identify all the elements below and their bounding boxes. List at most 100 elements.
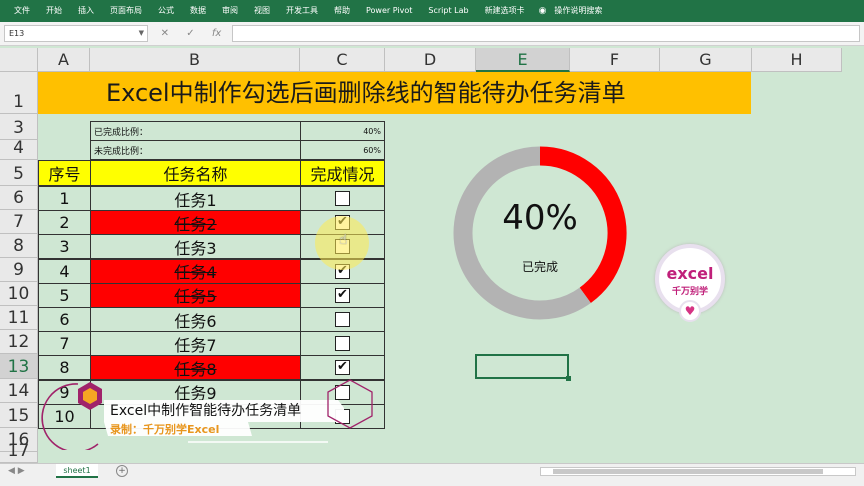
task-status-cell[interactable] (300, 307, 385, 332)
column-header-b[interactable]: B (90, 48, 300, 72)
scroll-thumb[interactable] (553, 469, 823, 474)
ribbon-tab-11[interactable]: Script Lab (420, 0, 476, 22)
column-header-f[interactable]: F (570, 48, 660, 72)
task-status-cell[interactable] (300, 331, 385, 357)
column-header-g[interactable]: G (660, 48, 752, 72)
task-no-cell[interactable]: 4 (38, 258, 91, 284)
task-no-cell[interactable]: 7 (38, 331, 91, 357)
select-all-corner[interactable] (0, 48, 38, 72)
ribbon-tab-10[interactable]: Power Pivot (358, 0, 420, 22)
task-name-cell[interactable]: 任务5 (90, 282, 301, 308)
column-header-e[interactable]: E (476, 48, 570, 72)
sheet-tab-bar: ◀ ▶ sheet1 + (0, 463, 864, 479)
row-header-7[interactable]: 7 (0, 210, 38, 234)
tab-scroll-icon[interactable]: ◀ ▶ (8, 466, 25, 476)
completed-label[interactable]: 已完成比例： (90, 121, 301, 141)
task-status-cell[interactable]: ✔ (300, 282, 385, 308)
checkbox-checked[interactable]: ✔ (335, 287, 350, 303)
ribbon-tab-1[interactable]: 开始 (38, 0, 70, 22)
enter-icon[interactable]: ✓ (186, 28, 194, 39)
add-sheet-icon[interactable]: + (116, 465, 128, 477)
ribbon-tab-3[interactable]: 页面布局 (102, 0, 150, 22)
ribbon-tab-7[interactable]: 视图 (246, 0, 278, 22)
task-name-cell[interactable]: 任务4 (90, 258, 301, 284)
task-name-cell[interactable]: 任务2 (90, 210, 301, 236)
donut-center-label: 已完成 (521, 260, 558, 274)
column-header-d[interactable]: D (385, 48, 476, 72)
uncompleted-label[interactable]: 未完成比例： (90, 140, 301, 160)
row-header-14[interactable]: 14 (0, 379, 38, 403)
row-header-3[interactable]: 3 (0, 114, 38, 140)
row-header-8[interactable]: 8 (0, 234, 38, 258)
task-no-cell[interactable]: 9 (38, 379, 91, 405)
row-header-10[interactable]: 10 (0, 282, 38, 306)
ribbon-tab-2[interactable]: 插入 (70, 0, 102, 22)
row-header-11[interactable]: 11 (0, 306, 38, 330)
checkbox-checked[interactable]: ✔ (335, 360, 350, 376)
ribbon-tab-5[interactable]: 数据 (182, 0, 214, 22)
ribbon-tabs: 文件 开始 插入 页面布局 公式 数据 审阅 视图 开发工具 帮助 Power Pivot Scrip… (0, 0, 864, 22)
chevron-down-icon[interactable]: ▼ (139, 26, 144, 41)
task-no-cell[interactable]: 8 (38, 355, 91, 381)
row-header-15[interactable]: 15 (0, 403, 38, 428)
name-box[interactable]: E13 ▼ (4, 25, 148, 42)
row-header-12[interactable]: 12 (0, 330, 38, 354)
ribbon-tab-6[interactable]: 审阅 (214, 0, 246, 22)
tell-me-search[interactable]: 操作说明搜索 (546, 0, 610, 22)
ribbon-tab-4[interactable]: 公式 (150, 0, 182, 22)
completed-value[interactable]: 40% (300, 121, 385, 141)
row-header-4[interactable]: 4 (0, 138, 38, 160)
heart-icon: ♥ (679, 300, 701, 322)
checkbox-unchecked[interactable] (335, 312, 350, 327)
header-status[interactable]: 完成情况 (300, 160, 385, 186)
cancel-icon[interactable]: ✕ (161, 28, 169, 39)
column-header-h[interactable]: H (752, 48, 842, 72)
task-no-cell[interactable]: 1 (38, 186, 91, 211)
task-status-cell[interactable] (300, 403, 385, 429)
row-header-9[interactable]: 9 (0, 258, 38, 282)
task-name-cell[interactable]: 任务6 (90, 307, 301, 332)
uncompleted-value[interactable]: 60% (300, 140, 385, 160)
row-header-17[interactable]: 17 (0, 441, 38, 463)
column-header-a[interactable]: A (38, 48, 90, 72)
task-name-cell[interactable]: 任务1 (90, 186, 301, 211)
ribbon-tab-12[interactable]: 新建选项卡 (477, 0, 533, 22)
ribbon-tab-8[interactable]: 开发工具 (278, 0, 326, 22)
row-header-1[interactable]: 1 (0, 72, 38, 114)
row-header-5[interactable]: 5 (0, 160, 38, 186)
task-no-cell[interactable]: 10 (38, 403, 91, 429)
formula-input[interactable] (232, 25, 860, 42)
checkbox-unchecked[interactable] (335, 408, 350, 424)
header-no[interactable]: 序号 (38, 160, 91, 186)
task-name-cell[interactable]: 任务8 (90, 355, 301, 381)
ribbon-tab-9[interactable]: 帮助 (326, 0, 358, 22)
checkbox-unchecked[interactable] (335, 384, 350, 400)
tab-sheet1[interactable]: sheet1 (56, 464, 98, 478)
header-task-name[interactable]: 任务名称 (90, 160, 301, 186)
task-name-cell[interactable]: 任务7 (90, 331, 301, 357)
task-name-cell[interactable]: 任务3 (90, 234, 301, 260)
formula-bar: E13 ▼ ✕ ✓ fx (0, 22, 864, 46)
task-no-cell[interactable]: 3 (38, 234, 91, 260)
excel-window: 文件 开始 插入 页面布局 公式 数据 审阅 视图 开发工具 帮助 Power Pivot Scrip… (0, 0, 864, 486)
task-status-cell[interactable] (300, 186, 385, 211)
checkbox-unchecked[interactable] (335, 336, 350, 352)
column-header-c[interactable]: C (300, 48, 385, 72)
task-no-cell[interactable]: 2 (38, 210, 91, 236)
task-status-cell[interactable] (300, 379, 385, 405)
row-header-6[interactable]: 6 (0, 186, 38, 210)
sheet-title[interactable]: Excel中制作勾选后画删除线的智能待办任务清单 (38, 72, 751, 114)
horizontal-scrollbar[interactable] (540, 467, 856, 476)
donut-center-value: 40% (502, 198, 578, 238)
task-status-cell[interactable]: ✔ (300, 355, 385, 381)
task-no-cell[interactable]: 6 (38, 307, 91, 332)
checkbox-unchecked[interactable] (335, 191, 350, 206)
formula-buttons: ✕ ✓ fx (152, 25, 230, 42)
ribbon-tab-0[interactable]: 文件 (6, 0, 38, 22)
selected-cell-e13[interactable] (475, 354, 571, 381)
insert-function-icon[interactable]: fx (212, 28, 221, 39)
row-header-13[interactable]: 13 (0, 354, 38, 379)
banner-title: Excel中制作智能待办任务清单 (110, 403, 302, 419)
task-no-cell[interactable]: 5 (38, 282, 91, 308)
status-bar: 就绪 (0, 479, 864, 486)
